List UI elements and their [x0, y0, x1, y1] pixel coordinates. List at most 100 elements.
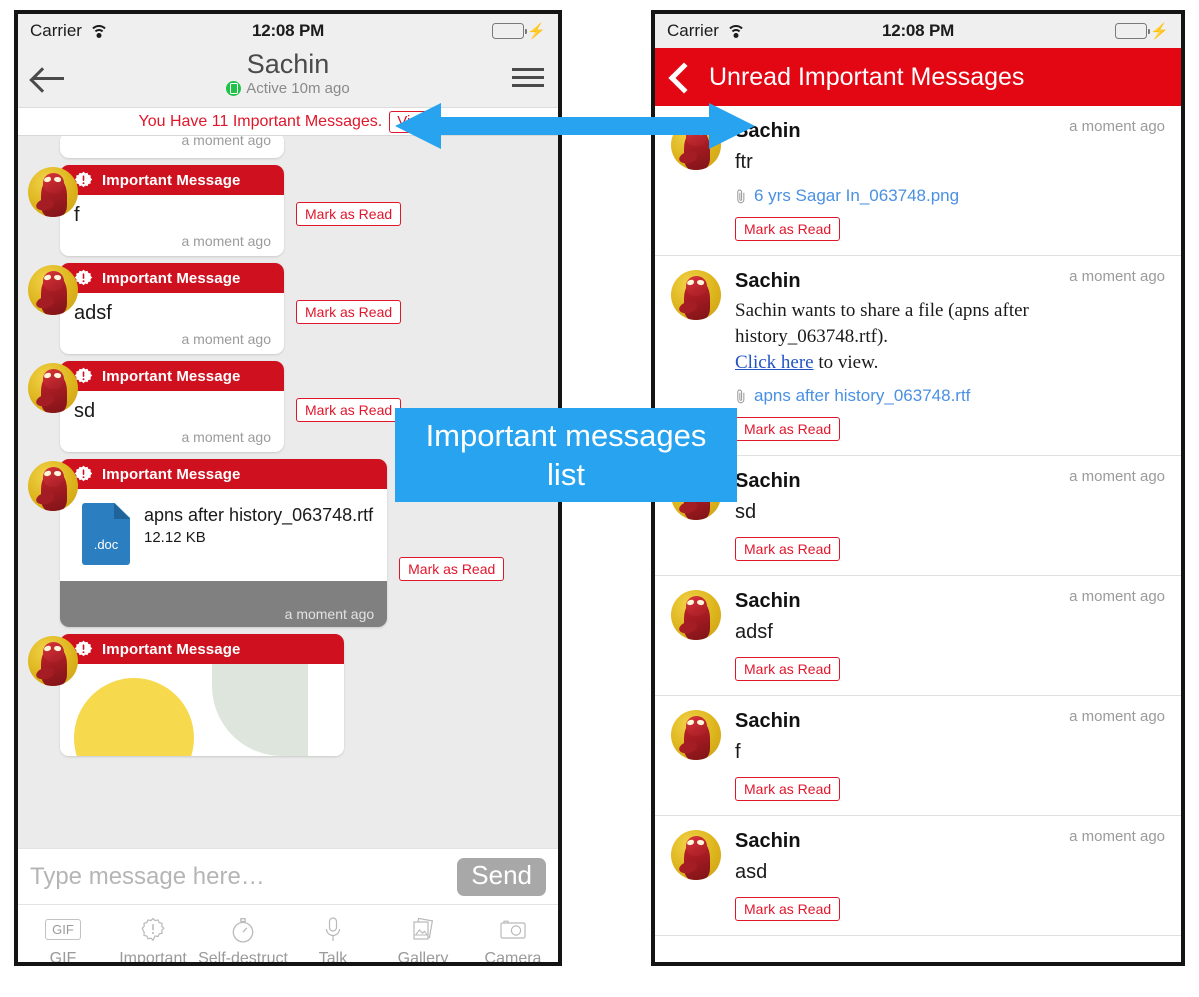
- mark-as-read-button[interactable]: Mark as Read: [735, 217, 841, 241]
- message-bubble-wrap: Important Message f a moment ago Mark as…: [60, 165, 402, 256]
- message-bubble-partial: a moment ago: [60, 136, 284, 158]
- mark-as-read-button[interactable]: Mark as Read: [735, 657, 841, 681]
- message-text: adsf: [74, 302, 112, 324]
- chevron-left-icon[interactable]: [671, 63, 687, 91]
- tab-talk[interactable]: Talk: [288, 916, 378, 966]
- avatar: [671, 270, 721, 320]
- message-bubble: Important Message f a moment ago: [60, 165, 284, 256]
- mark-as-read-button[interactable]: Mark as Read: [399, 557, 505, 581]
- message-text: f: [74, 204, 80, 226]
- file-details: apns after history_063748.rtf 12.12 KB: [144, 503, 373, 546]
- page-title: Unread Important Messages: [709, 62, 1025, 91]
- important-message-badge: Important Message: [60, 263, 284, 293]
- avatar: [28, 461, 78, 511]
- tab-label: Self-destruct: [198, 949, 288, 966]
- send-button[interactable]: Send: [457, 857, 546, 896]
- list-item[interactable]: Sachin adsf Mark as Read a moment ago: [655, 576, 1181, 696]
- message-body: adsf: [60, 293, 284, 329]
- message-timestamp: a moment ago: [284, 606, 375, 622]
- doc-file-icon: .doc: [82, 503, 130, 565]
- chat-title-block: Sachin Active 10m ago: [18, 49, 558, 97]
- timestamp: a moment ago: [1069, 588, 1165, 605]
- avatar: [671, 590, 721, 640]
- message-composer: Send: [18, 848, 558, 904]
- sticker-image: [60, 664, 344, 756]
- tab-label: Talk: [318, 949, 348, 966]
- attachment-link[interactable]: 6 yrs Sagar In_063748.png: [735, 186, 1165, 206]
- mark-as-read-button[interactable]: Mark as Read: [735, 417, 841, 441]
- message-timestamp: a moment ago: [181, 136, 272, 148]
- tab-label: Camera: [484, 949, 542, 966]
- message-text: sd: [74, 400, 96, 422]
- message-text: adsf: [735, 621, 773, 643]
- message-row-sticker: Important Message: [28, 634, 548, 756]
- important-message-badge: Important Message: [60, 165, 284, 195]
- message-bubble: Important Message sd a moment ago: [60, 361, 284, 452]
- share-text-prefix: Sachin wants to share a file (apns after…: [735, 300, 1029, 347]
- share-text-suffix: to view.: [813, 352, 879, 373]
- list-item-content: Sachin ftr 6 yrs Sagar In_063748.png Mar…: [735, 118, 1165, 241]
- tab-self-destruct[interactable]: Self-destruct: [198, 916, 288, 966]
- battery-icon: [492, 23, 528, 39]
- badge-label: Important Message: [102, 269, 241, 287]
- file-size: 12.12 KB: [144, 529, 206, 546]
- back-arrow-icon[interactable]: [32, 65, 66, 91]
- tab-important[interactable]: Important: [108, 916, 198, 966]
- avatar: [671, 830, 721, 880]
- mark-as-read-button[interactable]: Mark as Read: [735, 537, 841, 561]
- important-message-badge: Important Message: [60, 459, 388, 489]
- list-item[interactable]: Sachin asd Mark as Read a moment ago: [655, 816, 1181, 936]
- message-text: Sachin wants to share a file (apns after…: [735, 298, 1165, 376]
- attachment-name: apns after history_063748.rtf: [754, 386, 971, 405]
- message-timestamp: a moment ago: [181, 233, 272, 249]
- tab-label: Important: [119, 949, 187, 966]
- tab-gif[interactable]: GIF GIF: [18, 916, 108, 962]
- status-bar-right: Carrier 12:08 PM ⚡: [655, 14, 1181, 48]
- message-timestamp: a moment ago: [181, 331, 272, 347]
- mark-as-read-button[interactable]: Mark as Read: [296, 201, 402, 226]
- badge-label: Important Message: [102, 171, 241, 189]
- attachment-link[interactable]: apns after history_063748.rtf: [735, 386, 1165, 406]
- message-text: sd: [735, 501, 757, 523]
- file-message-footer: a moment ago: [60, 581, 388, 627]
- list-item[interactable]: Sachin a moment ago: [655, 936, 1181, 944]
- attachment-name: 6 yrs Sagar In_063748.png: [754, 186, 960, 205]
- list-item[interactable]: Sachin ftr 6 yrs Sagar In_063748.png Mar…: [655, 106, 1181, 256]
- list-item[interactable]: Sachin f Mark as Read a moment ago: [655, 696, 1181, 816]
- timestamp: a moment ago: [1069, 708, 1165, 725]
- bottom-tab-bar: GIF GIF Important Self-destruct Talk Gal…: [18, 904, 558, 966]
- file-attachment[interactable]: .doc apns after history_063748.rtf 12.12…: [60, 489, 387, 581]
- avatar: [671, 710, 721, 760]
- important-message-badge: Important Message: [60, 634, 344, 664]
- message-row: Important Message f a moment ago Mark as…: [28, 165, 548, 256]
- mark-as-read-button[interactable]: Mark as Read: [296, 397, 402, 422]
- mark-as-read-button[interactable]: Mark as Read: [735, 897, 841, 921]
- message-timestamp: a moment ago: [181, 429, 272, 445]
- tab-camera[interactable]: Camera: [468, 916, 558, 966]
- camera-icon: [498, 916, 528, 944]
- battery-icon: [1115, 23, 1151, 39]
- message-body: f: [60, 195, 284, 231]
- tab-gallery[interactable]: Gallery: [378, 916, 468, 962]
- timestamp: a moment ago: [1069, 468, 1165, 485]
- unread-messages-list[interactable]: Sachin ftr 6 yrs Sagar In_063748.png Mar…: [655, 106, 1181, 944]
- chat-status: Active 10m ago: [18, 80, 558, 97]
- view-button[interactable]: View: [389, 110, 438, 133]
- message-row-partial: a moment ago: [28, 136, 548, 158]
- message-input[interactable]: [30, 862, 448, 891]
- status-bar-left: Carrier 12:08 PM ⚡: [18, 14, 558, 48]
- click-here-link[interactable]: Click here: [735, 352, 814, 373]
- stopwatch-icon: [230, 916, 256, 944]
- badge-label: Important Message: [102, 367, 241, 385]
- chat-status-label: Active 10m ago: [246, 80, 350, 97]
- list-item-content: Sachin Sachin wants to share a file (apn…: [735, 268, 1165, 441]
- message-text: ftr: [735, 151, 753, 173]
- mark-as-read-button[interactable]: Mark as Read: [296, 299, 402, 324]
- avatar: [28, 363, 78, 413]
- message-bubble-wrap: Important Message adsf a moment ago Mark…: [60, 263, 402, 354]
- mark-as-read-button[interactable]: Mark as Read: [735, 777, 841, 801]
- page-title: Sachin: [246, 49, 330, 79]
- message-bubble: Important Message adsf a moment ago: [60, 263, 284, 354]
- badge-label: Important Message: [102, 465, 241, 483]
- hamburger-menu-icon[interactable]: [512, 63, 544, 92]
